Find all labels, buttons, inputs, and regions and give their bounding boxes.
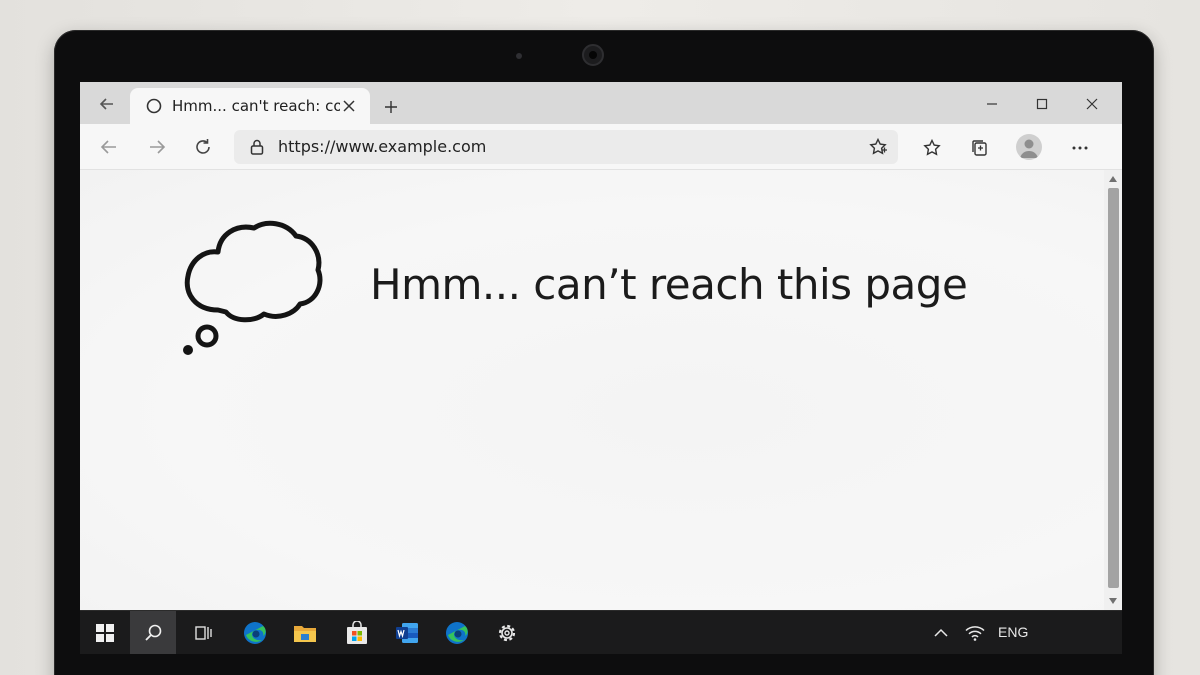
- store-icon: [347, 621, 367, 644]
- wifi-icon: [965, 626, 985, 641]
- collections-button[interactable]: [966, 134, 994, 162]
- file-explorer-icon: [294, 626, 316, 642]
- close-icon: [343, 100, 355, 112]
- new-tab-button[interactable]: [378, 94, 404, 120]
- minimize-icon: [987, 103, 997, 105]
- settings-icon: [498, 624, 516, 642]
- taskbar-file-explorer[interactable]: [282, 611, 328, 654]
- maximize-icon: [1036, 98, 1048, 110]
- arrow-left-icon: [100, 140, 116, 154]
- vertical-scrollbar[interactable]: [1104, 170, 1122, 610]
- maximize-button[interactable]: [1022, 90, 1062, 118]
- webcam: [582, 44, 604, 66]
- taskbar-search-button[interactable]: [130, 611, 176, 654]
- taskbar-edge-2[interactable]: [434, 611, 480, 654]
- url-text[interactable]: https://www.example.com: [278, 137, 486, 156]
- chevron-up-icon: [934, 628, 948, 637]
- show-hidden-icons-button[interactable]: [926, 611, 956, 654]
- arrow-left-icon: [99, 98, 113, 110]
- caret-up-icon: [1109, 176, 1117, 182]
- task-view-icon: [195, 626, 212, 640]
- more-options-icon: [1072, 146, 1088, 150]
- profile-avatar[interactable]: [1016, 134, 1042, 160]
- browser-toolbar: https://www.example.com: [80, 124, 1122, 170]
- more-options-button[interactable]: [1066, 134, 1094, 162]
- edge-icon: [446, 622, 468, 644]
- language-indicator[interactable]: ENG: [998, 624, 1028, 640]
- scrollbar-thumb[interactable]: [1108, 188, 1119, 588]
- task-view-button[interactable]: [180, 611, 226, 654]
- error-heading: Hmm... can’t reach this page: [370, 260, 968, 309]
- scroll-down-button[interactable]: [1104, 594, 1122, 608]
- caret-down-icon: [1109, 598, 1117, 604]
- forward-button[interactable]: [140, 132, 174, 162]
- collections-icon: [972, 140, 987, 156]
- network-button[interactable]: [958, 611, 992, 654]
- edge-icon: [244, 622, 266, 644]
- tab-bar: Hmm... can't reach: com: [80, 82, 1122, 124]
- word-icon: [396, 623, 418, 643]
- loading-circle-icon: [146, 98, 162, 114]
- tab-close-button[interactable]: [340, 97, 358, 115]
- plus-icon: [385, 101, 397, 113]
- taskbar-store[interactable]: [334, 611, 380, 654]
- scroll-up-button[interactable]: [1104, 172, 1122, 186]
- refresh-button[interactable]: [186, 132, 220, 162]
- lock-icon[interactable]: [248, 138, 266, 156]
- refresh-icon: [196, 139, 210, 154]
- start-button[interactable]: [82, 611, 128, 654]
- person-icon: [1020, 139, 1038, 158]
- laptop-bezel: Hmm... can't reach: com https://www.exam…: [54, 30, 1154, 675]
- search-icon: [145, 624, 162, 641]
- favorites-add-icon[interactable]: [868, 137, 888, 157]
- taskbar-settings[interactable]: [484, 611, 530, 654]
- camera-sensor: [516, 53, 522, 59]
- browser-tab[interactable]: Hmm... can't reach: com: [130, 88, 370, 124]
- page-content: Hmm... can’t reach this page: [80, 170, 1104, 610]
- window-close-button[interactable]: [1072, 90, 1112, 118]
- minimize-button[interactable]: [972, 90, 1012, 118]
- taskbar-edge[interactable]: [232, 611, 278, 654]
- tab-actions-button[interactable]: [90, 91, 124, 117]
- back-button[interactable]: [92, 132, 126, 162]
- screen: Hmm... can't reach: com https://www.exam…: [80, 82, 1122, 654]
- tab-title: Hmm... can't reach: com: [172, 97, 340, 115]
- taskbar-word[interactable]: [384, 611, 430, 654]
- taskbar: ENG: [80, 610, 1122, 654]
- address-bar[interactable]: https://www.example.com: [234, 130, 898, 164]
- arrow-right-icon: [150, 140, 166, 154]
- thought-cloud-icon: [183, 220, 323, 355]
- close-icon: [1086, 98, 1098, 110]
- favorites-icon: [923, 138, 941, 156]
- windows-start-icon: [96, 624, 114, 642]
- favorites-button[interactable]: [918, 134, 946, 162]
